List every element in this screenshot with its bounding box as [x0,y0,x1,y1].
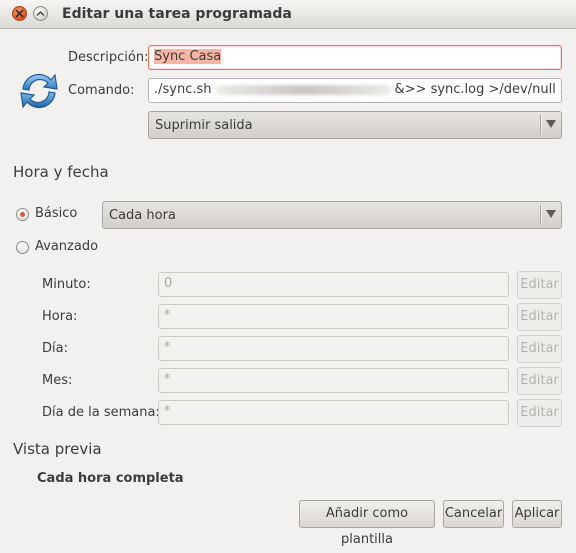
hour-field[interactable]: * [158,304,509,329]
basic-radio[interactable] [16,208,29,221]
apply-button[interactable]: Aplicar [512,500,562,528]
advanced-label[interactable]: Avanzado [35,239,98,254]
chevron-down-icon [546,210,556,218]
output-select-value: Suprimir salida [155,118,253,133]
description-label: Descripción: [68,50,149,65]
command-suffix: &>> sync.log >/dev/null 2>&1 [394,82,561,97]
month-label: Mes: [42,373,73,388]
basic-frequency-select[interactable]: Cada hora [102,201,562,229]
command-field[interactable]: ./sync.sh &>> sync.log >/dev/null 2>&1 [148,78,562,103]
command-label: Comando: [68,83,135,98]
chevron-down-icon [546,120,556,128]
description-value: Sync Casa [154,49,222,64]
combo-separator [540,115,541,135]
edit-day-button[interactable]: Editar [517,335,562,363]
day-label: Día: [42,341,68,356]
refresh-icon [17,69,61,113]
schedule-section-title: Hora y fecha [13,163,109,181]
combo-separator [540,205,541,225]
month-field[interactable]: * [158,368,509,393]
maximize-icon[interactable] [33,6,48,21]
description-field[interactable]: Sync Casa [148,45,562,70]
output-select[interactable]: Suprimir salida [148,111,562,139]
basic-label[interactable]: Básico [35,206,77,221]
edit-minute-button[interactable]: Editar [517,271,562,299]
basic-frequency-value: Cada hora [109,208,176,223]
weekday-label: Día de la semana: [42,405,160,420]
redacted-region [215,84,391,95]
minute-field[interactable]: 0 [158,272,509,297]
window-title: Editar una tarea programada [62,6,292,22]
cancel-button[interactable]: Cancelar [443,500,504,528]
day-field[interactable]: * [158,336,509,361]
edit-hour-button[interactable]: Editar [517,303,562,331]
weekday-field[interactable]: * [158,400,509,425]
close-icon[interactable] [12,6,27,21]
title-bar: Editar una tarea programada [0,0,576,29]
hour-label: Hora: [42,309,78,324]
edit-month-button[interactable]: Editar [517,367,562,395]
minute-label: Minuto: [42,277,91,292]
advanced-radio[interactable] [16,241,29,254]
preview-text: Cada hora completa [37,471,184,486]
command-prefix: ./sync.sh [154,82,212,97]
preview-section-title: Vista previa [13,440,102,458]
add-as-template-button[interactable]: Añadir como plantilla [299,500,435,547]
edit-weekday-button[interactable]: Editar [517,399,562,427]
